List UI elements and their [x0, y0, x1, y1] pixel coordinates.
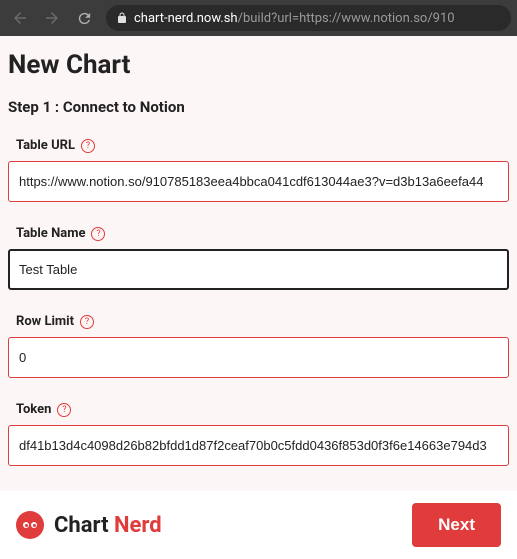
label-token: Token ?	[16, 402, 509, 417]
label-text: Table URL	[16, 138, 75, 153]
table-name-input[interactable]	[8, 249, 509, 290]
back-button[interactable]	[6, 4, 34, 32]
form-group-table-name: Table Name ?	[8, 226, 509, 290]
forward-button[interactable]	[38, 4, 66, 32]
browser-bar: chart-nerd.now.sh/build?url=https://www.…	[0, 0, 517, 36]
label-text: Row Limit	[16, 314, 74, 329]
label-text: Table Name	[16, 226, 85, 241]
help-icon[interactable]: ?	[81, 139, 95, 153]
label-text: Token	[16, 402, 51, 417]
form-group-token: Token ?	[8, 402, 509, 466]
reload-icon	[76, 10, 93, 27]
url-bar[interactable]: chart-nerd.now.sh/build?url=https://www.…	[106, 5, 511, 31]
label-row-limit: Row Limit ?	[16, 314, 509, 329]
page-content: New Chart Step 1 : Connect to Notion Tab…	[0, 36, 517, 559]
form-group-row-limit: Row Limit ?	[8, 314, 509, 378]
page-title: New Chart	[8, 36, 509, 98]
help-icon[interactable]: ?	[80, 315, 94, 329]
next-button[interactable]: Next	[412, 503, 501, 547]
label-table-url: Table URL ?	[16, 138, 509, 153]
label-table-name: Table Name ?	[16, 226, 509, 241]
footer: Chart Nerd Next	[0, 491, 517, 559]
help-icon[interactable]: ?	[91, 227, 105, 241]
logo-icon	[16, 511, 44, 539]
lock-icon	[116, 12, 128, 24]
token-input[interactable]	[8, 425, 509, 466]
url-text: chart-nerd.now.sh/build?url=https://www.…	[134, 11, 455, 26]
brand-text: Chart Nerd	[54, 513, 162, 538]
arrow-right-icon	[43, 9, 61, 27]
reload-button[interactable]	[70, 4, 98, 32]
step-title: Step 1 : Connect to Notion	[8, 98, 509, 116]
help-icon[interactable]: ?	[57, 403, 71, 417]
table-url-input[interactable]	[8, 161, 509, 202]
brand[interactable]: Chart Nerd	[16, 511, 162, 539]
form-group-table-url: Table URL ?	[8, 138, 509, 202]
arrow-left-icon	[11, 9, 29, 27]
row-limit-input[interactable]	[8, 337, 509, 378]
